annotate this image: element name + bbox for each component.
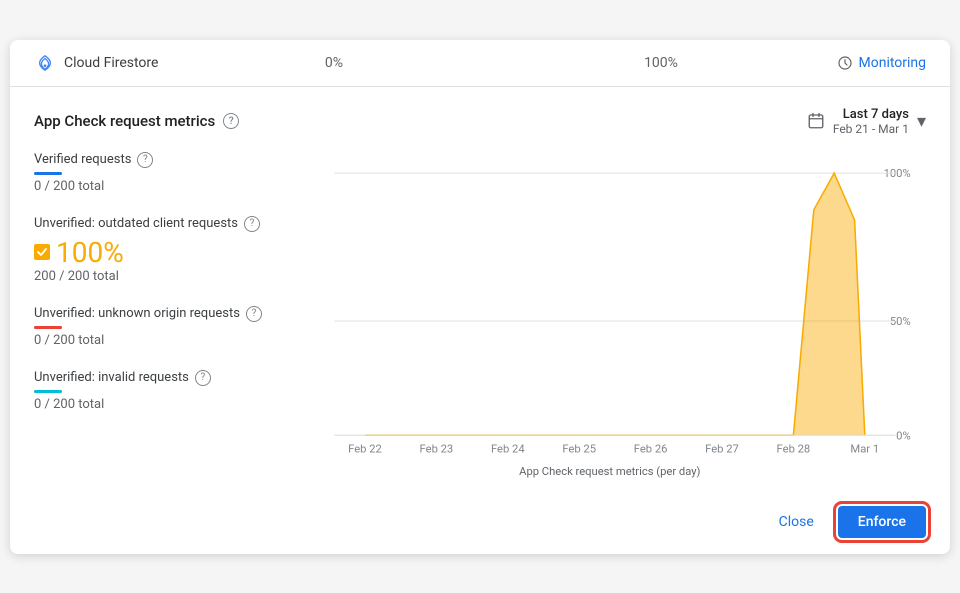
metric-value-1: 200 / 200 total	[34, 269, 298, 284]
section-title-text: App Check request metrics	[34, 112, 215, 130]
help-icon[interactable]: ?	[223, 113, 239, 129]
monitoring-link[interactable]: Monitoring	[837, 55, 927, 71]
svg-text:100%: 100%	[884, 167, 911, 180]
enforce-button[interactable]: Enforce	[838, 506, 926, 538]
monitoring-label: Monitoring	[859, 55, 927, 71]
metric-item-0: Verified requests ? 0 / 200 total	[34, 152, 298, 194]
date-filter-label: Last 7 days	[833, 107, 909, 122]
svg-text:App Check request metrics (per: App Check request metrics (per day)	[519, 465, 700, 478]
svg-text:50%: 50%	[890, 315, 911, 328]
close-button[interactable]: Close	[763, 506, 830, 538]
percent-0: 0%	[182, 55, 485, 71]
chart-section: Verified requests ? 0 / 200 total Unveri…	[34, 152, 926, 492]
metric-label-2: Unverified: unknown origin requests ?	[34, 306, 298, 322]
metric-line-0	[34, 172, 62, 175]
percent-100: 100%	[509, 55, 812, 71]
calendar-icon	[807, 112, 825, 130]
footer: Close Enforce	[10, 492, 950, 554]
section-header: App Check request metrics ? Last 7 days …	[34, 107, 926, 136]
svg-text:Feb 24: Feb 24	[491, 442, 525, 455]
metric-help-2[interactable]: ?	[246, 306, 262, 322]
top-bar: Cloud Firestore 0% 100% Monitoring	[10, 40, 950, 87]
svg-text:Feb 27: Feb 27	[705, 442, 739, 455]
service-name: Cloud Firestore	[64, 55, 158, 71]
checkbox-checked-1[interactable]	[34, 244, 50, 260]
metric-label-3: Unverified: invalid requests ?	[34, 370, 298, 386]
chart-container: 100% 50% 0% Feb 22 Feb 2	[314, 152, 926, 492]
date-filter-text: Last 7 days Feb 21 - Mar 1	[833, 107, 909, 136]
chart-svg: 100% 50% 0% Feb 22 Feb 2	[314, 152, 926, 492]
metric-item-2: Unverified: unknown origin requests ? 0 …	[34, 306, 298, 348]
metric-item-1: Unverified: outdated client requests ? 1…	[34, 216, 298, 284]
metrics-list: Verified requests ? 0 / 200 total Unveri…	[34, 152, 314, 492]
svg-text:Mar 1: Mar 1	[850, 442, 879, 455]
svg-text:0%: 0%	[896, 429, 911, 442]
metric-help-1[interactable]: ?	[244, 216, 260, 232]
metric-value-0: 0 / 200 total	[34, 179, 298, 194]
metric-big-value-1: 100%	[34, 236, 298, 269]
metric-line-2	[34, 326, 62, 329]
firestore-icon	[34, 54, 56, 72]
date-filter-sub: Feb 21 - Mar 1	[833, 122, 909, 136]
date-filter[interactable]: Last 7 days Feb 21 - Mar 1 ▾	[807, 107, 926, 136]
svg-text:Feb 22: Feb 22	[348, 442, 382, 455]
checkmark-icon	[37, 248, 47, 256]
service-label: Cloud Firestore	[34, 54, 158, 72]
main-content: App Check request metrics ? Last 7 days …	[10, 87, 950, 492]
svg-text:Feb 26: Feb 26	[634, 442, 668, 455]
svg-text:Feb 25: Feb 25	[562, 442, 596, 455]
metric-line-3	[34, 390, 62, 393]
metric-help-3[interactable]: ?	[195, 370, 211, 386]
metric-help-0[interactable]: ?	[137, 152, 153, 168]
svg-text:Feb 28: Feb 28	[777, 442, 811, 455]
clock-icon	[837, 55, 853, 71]
section-title: App Check request metrics ?	[34, 112, 239, 130]
dialog: Cloud Firestore 0% 100% Monitoring App C…	[10, 40, 950, 554]
chevron-down-icon: ▾	[917, 111, 926, 132]
metric-item-3: Unverified: invalid requests ? 0 / 200 t…	[34, 370, 298, 412]
metric-value-2: 0 / 200 total	[34, 333, 298, 348]
metric-label-1: Unverified: outdated client requests ?	[34, 216, 298, 232]
metric-label-0: Verified requests ?	[34, 152, 298, 168]
metric-value-3: 0 / 200 total	[34, 397, 298, 412]
svg-text:Feb 23: Feb 23	[420, 442, 454, 455]
